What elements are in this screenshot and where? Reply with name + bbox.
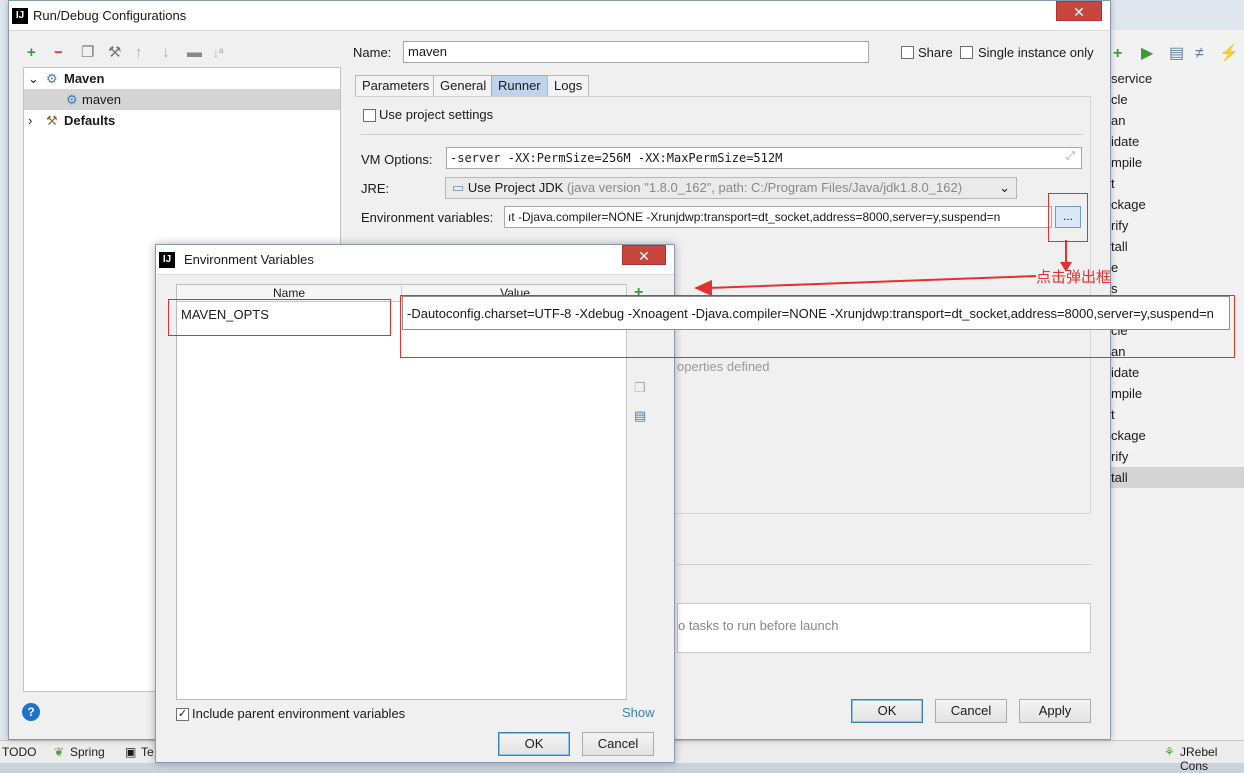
env-ok-button[interactable]: OK bbox=[498, 732, 570, 756]
annotation-text: 点击弹出框 bbox=[1036, 269, 1112, 286]
env-close-button[interactable]: ✕ bbox=[622, 245, 666, 265]
column-name[interactable]: Name bbox=[177, 286, 402, 300]
annotation-box-name bbox=[168, 299, 391, 336]
intellij-icon: IJ bbox=[159, 252, 175, 268]
show-link[interactable]: Show bbox=[622, 705, 655, 720]
paste-icon[interactable]: ▤ bbox=[634, 408, 646, 424]
include-parent-checkbox[interactable]: ✓ bbox=[176, 708, 189, 721]
include-parent-label: Include parent environment variables bbox=[192, 706, 406, 721]
annotation-arrow-left bbox=[707, 275, 1037, 289]
env-titlebar: IJ Environment Variables ✕ bbox=[156, 245, 674, 275]
annotation-arrowhead-left bbox=[694, 280, 712, 296]
copy-icon[interactable]: ❐ bbox=[634, 380, 646, 396]
annotation-box-value bbox=[400, 295, 1235, 358]
env-dialog-title: Environment Variables bbox=[184, 252, 314, 267]
env-cancel-button[interactable]: Cancel bbox=[582, 732, 654, 756]
